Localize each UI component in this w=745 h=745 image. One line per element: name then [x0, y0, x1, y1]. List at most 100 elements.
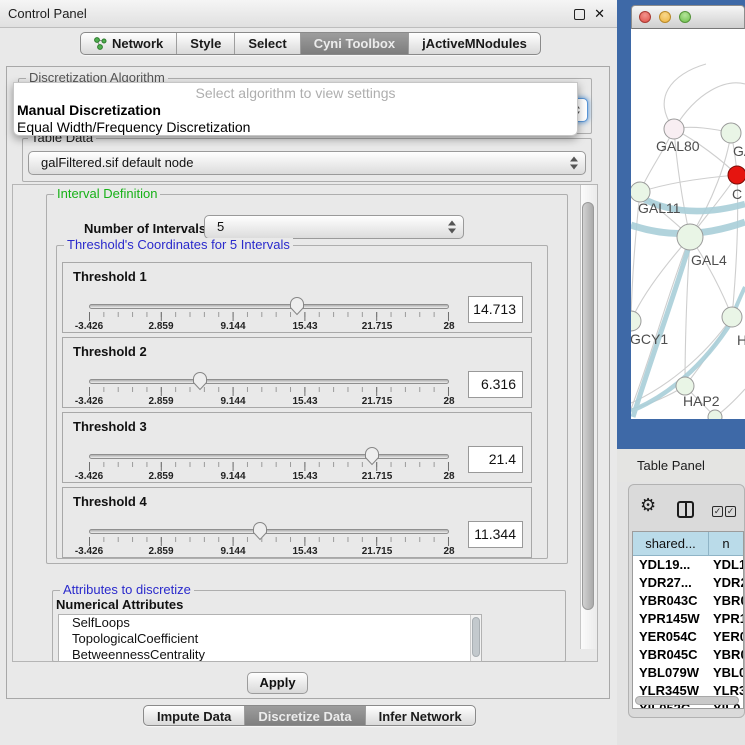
apply-button[interactable]: Apply [247, 672, 308, 694]
node-partial-bottom[interactable] [708, 410, 722, 419]
table-row[interactable]: YBR045CYBR0 [633, 646, 743, 664]
slider-track[interactable] [89, 529, 449, 534]
close-icon[interactable]: ✕ [594, 0, 605, 28]
table-data-value: galFiltered.sif default node [41, 155, 193, 170]
tab-infer-network[interactable]: Infer Network [365, 706, 475, 726]
slider-track[interactable] [89, 304, 449, 309]
threshold-3-slider[interactable]: -3.426 2.859 9.144 15.43 21.715 28 [89, 439, 449, 483]
stepper-icon [448, 221, 457, 234]
algorithm-dropdown-popup: Select algorithm to view settings Manual… [13, 82, 578, 136]
node-label: GAL80 [656, 138, 700, 154]
threshold-1-slider[interactable]: -3.426 2.859 9.144 15.43 21.715 28 [89, 289, 449, 333]
dropdown-option-manual[interactable]: Manual Discretization [14, 102, 577, 119]
network-canvas[interactable]: GAL80 GAL11 GAL4 GCY1 HAP2 GA C H [631, 29, 745, 419]
float-window-icon[interactable] [574, 9, 585, 20]
table-row[interactable]: YDR27...YDR2 [633, 574, 743, 592]
threshold-3-panel: Threshold 3 -3.426 2.859 9.144 15.43 21.… [62, 412, 532, 483]
node-partial-low-right[interactable] [722, 307, 742, 327]
threshold-4-value-field[interactable]: 11.344 [468, 521, 523, 548]
minimize-traffic-light[interactable] [659, 11, 671, 23]
slider-track[interactable] [89, 454, 449, 459]
control-panel-titlebar: Control Panel ✕ [0, 0, 617, 28]
threshold-1-value-field[interactable]: 14.713 [468, 296, 523, 323]
threshold-1-title: Threshold 1 [73, 269, 147, 284]
bottom-tab-bar: Impute Data Discretize Data Infer Networ… [143, 705, 476, 726]
stepper-icon [570, 157, 579, 170]
node-selected-red[interactable] [728, 166, 745, 184]
table-row[interactable]: YPR145WYPR1 [633, 610, 743, 628]
node-gal4[interactable] [677, 224, 703, 250]
gear-icon[interactable]: ⚙ [640, 496, 656, 514]
network-window-titlebar[interactable] [631, 5, 745, 29]
zoom-traffic-light[interactable] [679, 11, 691, 23]
node-attribute-table[interactable]: shared... n YDL19...YDL1 YDR27...YDR2 YB… [632, 531, 744, 709]
column-header-name[interactable]: n [709, 532, 743, 555]
tab-style[interactable]: Style [176, 33, 234, 54]
threshold-2-panel: Threshold 2 -3.426 2.859 9.144 15.43 21.… [62, 337, 532, 408]
column-header-shared-name[interactable]: shared... [633, 532, 709, 555]
thresholds-group-label: Threshold's Coordinates for 5 Intervals [64, 238, 293, 252]
threshold-3-value-field[interactable]: 21.4 [468, 446, 523, 473]
tab-jactivemnodules[interactable]: jActiveMNodules [408, 33, 540, 54]
list-item[interactable]: SelfLoops [59, 615, 481, 631]
node-label: H [737, 332, 745, 348]
node-gal11[interactable] [631, 182, 650, 202]
table-header-row: shared... n [633, 532, 743, 556]
network-icon [94, 37, 107, 50]
tab-impute-data[interactable]: Impute Data [144, 706, 244, 726]
node-gal80[interactable] [664, 119, 684, 139]
checkbox-icon[interactable]: ✓ [712, 506, 723, 517]
node-partial-top-right[interactable] [721, 123, 741, 143]
numerical-attributes-label: Numerical Attributes [56, 597, 183, 612]
slider-track[interactable] [89, 379, 449, 384]
list-item[interactable]: BetweennessCentrality [59, 647, 481, 662]
dropdown-option-equal-width[interactable]: Equal Width/Frequency Discretization [14, 119, 577, 136]
list-scrollbar-thumb[interactable] [472, 617, 480, 657]
list-scrollbar[interactable] [470, 615, 481, 661]
threshold-4-slider[interactable]: -3.426 2.859 9.144 15.43 21.715 28 [89, 514, 449, 558]
threshold-4-panel: Threshold 4 -3.426 2.859 9.144 15.43 21.… [62, 487, 532, 558]
tab-cyni-toolbox[interactable]: Cyni Toolbox [300, 33, 408, 54]
panel-title: Control Panel [8, 0, 87, 28]
node-label: C [732, 186, 742, 202]
attributes-group-label: Attributes to discretize [60, 583, 194, 597]
threshold-2-slider[interactable]: -3.426 2.859 9.144 15.43 21.715 28 [89, 364, 449, 408]
table-panel-titlebar: Table Panel [617, 449, 745, 482]
control-panel: Control Panel ✕ Network Style Select Cyn… [0, 0, 617, 745]
slider-ticks [89, 312, 449, 321]
node-gcy1[interactable] [631, 311, 641, 331]
horizontal-scrollbar-thumb[interactable] [635, 696, 739, 705]
node-label: HAP2 [683, 393, 720, 409]
numerical-attributes-list[interactable]: SelfLoops TopologicalCoefficient Between… [58, 614, 482, 662]
node-label: GAL11 [638, 200, 681, 216]
threshold-1-panel: Threshold 1 -3.426 2.859 9.144 15.43 21.… [62, 262, 532, 333]
threshold-2-value-field[interactable]: 6.316 [468, 371, 523, 398]
list-item[interactable]: TopologicalCoefficient [59, 631, 481, 647]
table-row[interactable]: YER054CYER0 [633, 628, 743, 646]
dropdown-placeholder: Select algorithm to view settings [14, 85, 577, 102]
number-of-intervals-combobox[interactable]: 5 [204, 215, 464, 239]
column-layout-icon[interactable] [677, 501, 694, 518]
table-row[interactable]: YBL079WYBL0 [633, 664, 743, 682]
tab-discretize-data[interactable]: Discretize Data [244, 706, 364, 726]
slider-ticks [89, 462, 449, 471]
network-graph: GAL80 GAL11 GAL4 GCY1 HAP2 GA C H [631, 29, 745, 419]
threshold-2-title: Threshold 2 [73, 344, 147, 359]
tab-network[interactable]: Network [81, 33, 176, 54]
threshold-3-title: Threshold 3 [73, 419, 147, 434]
slider-ticks [89, 537, 449, 546]
close-traffic-light[interactable] [639, 11, 651, 23]
table-row[interactable]: YBR043CYBR0 [633, 592, 743, 610]
tab-select[interactable]: Select [234, 33, 299, 54]
slider-ticks [89, 387, 449, 396]
vertical-scrollbar-thumb[interactable] [582, 202, 594, 610]
tab-label: Network [112, 36, 163, 51]
threshold-4-title: Threshold 4 [73, 494, 147, 509]
table-data-combobox[interactable]: galFiltered.sif default node [28, 151, 586, 175]
checkbox-icon[interactable]: ✓ [725, 506, 736, 517]
node-label: GAL4 [691, 252, 727, 268]
top-tab-bar: Network Style Select Cyni Toolbox jActiv… [80, 32, 541, 55]
interval-definition-label: Interval Definition [54, 187, 160, 201]
number-of-intervals-label: Number of Intervals [84, 221, 206, 236]
table-row[interactable]: YDL19...YDL1 [633, 556, 743, 574]
